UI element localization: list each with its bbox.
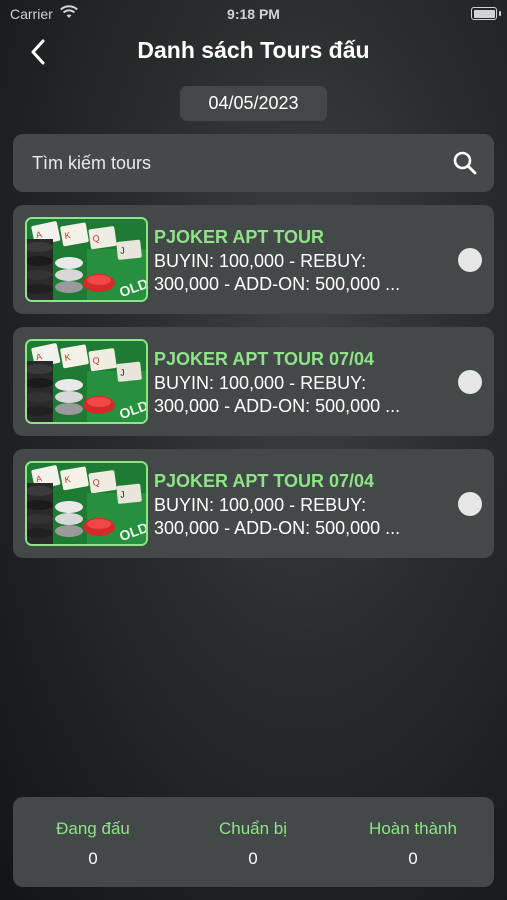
stat-playing-label: Đang đấu bbox=[56, 819, 130, 838]
stat-preparing-value: 0 bbox=[248, 849, 258, 868]
status-time: 9:18 PM bbox=[227, 6, 280, 22]
tour-desc-line1: BUYIN: 100,000 - REBUY: bbox=[154, 495, 367, 515]
date-filter-button[interactable]: 04/05/2023 bbox=[180, 86, 327, 121]
page-title: Danh sách Tours đấu bbox=[137, 37, 370, 63]
tour-name: PJOKER APT TOUR 07/04 bbox=[154, 349, 375, 369]
tour-name: PJOKER APT TOUR bbox=[154, 227, 325, 247]
tour-list: A K Q J OLD PJOKER APT TOUR BUYIN: 100,0… bbox=[13, 205, 494, 571]
search-input[interactable] bbox=[13, 134, 443, 192]
tour-desc-line2: 300,000 - ADD-ON: 500,000 ... bbox=[154, 396, 401, 416]
tour-card[interactable]: A K Q J OLD PJOKER APT TOUR 07/04 BUYIN:… bbox=[13, 449, 494, 558]
tour-description: BUYIN: 100,000 - REBUY: 300,000 - ADD-ON… bbox=[154, 250, 449, 296]
stat-completed-label: Hoàn thành bbox=[369, 819, 457, 838]
status-bar: Carrier 9:18 PM bbox=[0, 0, 507, 28]
tour-card[interactable]: A K Q J OLD PJOKER APT TOUR BUYIN: 100,0… bbox=[13, 205, 494, 314]
battery-icon bbox=[471, 7, 497, 20]
svg-text:Q: Q bbox=[92, 355, 100, 366]
stat-preparing[interactable]: Chuẩn bị 0 bbox=[173, 819, 333, 869]
tour-select-radio[interactable] bbox=[458, 370, 482, 394]
search-bar bbox=[13, 134, 494, 192]
stat-playing[interactable]: Đang đấu 0 bbox=[13, 819, 173, 869]
tour-stats-bar: Đang đấu 0 Chuẩn bị 0 Hoàn thành 0 bbox=[13, 797, 494, 887]
tour-desc-line1: BUYIN: 100,000 - REBUY: bbox=[154, 373, 367, 393]
tour-desc-line2: 300,000 - ADD-ON: 500,000 ... bbox=[154, 274, 401, 294]
navigation-bar: Danh sách Tours đấu bbox=[0, 28, 507, 74]
battery-tip bbox=[499, 11, 501, 16]
date-value: 04/05/2023 bbox=[208, 93, 299, 113]
tour-select-radio[interactable] bbox=[458, 492, 482, 516]
tour-thumbnail: A K Q J OLD bbox=[25, 461, 148, 546]
tour-description: BUYIN: 100,000 - REBUY: 300,000 - ADD-ON… bbox=[154, 494, 449, 540]
svg-text:Q: Q bbox=[92, 477, 100, 488]
tour-desc-line2: 300,000 - ADD-ON: 500,000 ... bbox=[154, 518, 401, 538]
stat-completed-value: 0 bbox=[408, 849, 418, 868]
stat-preparing-label: Chuẩn bị bbox=[218, 819, 288, 838]
tour-description: BUYIN: 100,000 - REBUY: 300,000 - ADD-ON… bbox=[154, 372, 449, 418]
tour-select-radio[interactable] bbox=[458, 248, 482, 272]
tour-thumbnail: A K Q J OLD bbox=[25, 217, 148, 302]
tour-card[interactable]: A K Q J OLD PJOKER APT TOUR 07/04 BUYIN:… bbox=[13, 327, 494, 436]
tour-name: PJOKER APT TOUR 07/04 bbox=[154, 471, 375, 491]
stat-completed[interactable]: Hoàn thành 0 bbox=[333, 819, 493, 869]
svg-text:Q: Q bbox=[92, 233, 100, 244]
stat-playing-value: 0 bbox=[88, 849, 98, 868]
tour-desc-line1: BUYIN: 100,000 - REBUY: bbox=[154, 251, 367, 271]
tour-thumbnail: A K Q J OLD bbox=[25, 339, 148, 424]
search-icon[interactable] bbox=[452, 150, 478, 176]
